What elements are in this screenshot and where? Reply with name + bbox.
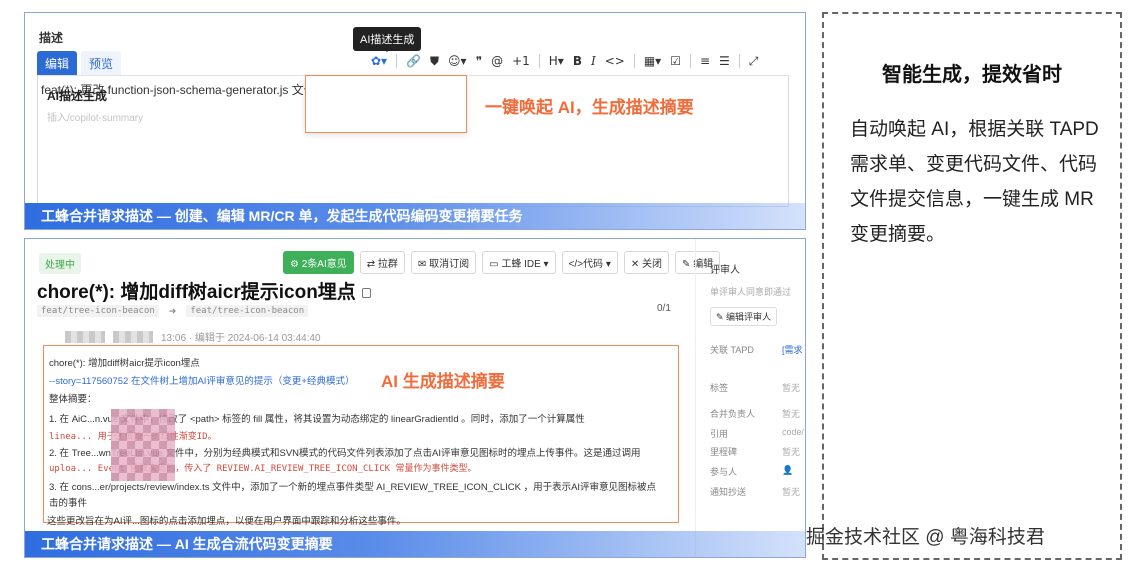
sidebar-row-value[interactable]: 暂无 (782, 485, 800, 498)
target-branch[interactable]: feat/tree-icon-beacon (186, 305, 309, 317)
toolbar-divider (538, 54, 540, 68)
mr-detail-panel: 处理中 ⚙ 2条AI意见 ⇄ 拉群 ✉ 取消订阅 ▭ 工蜂 IDE ▾ </>代… (24, 238, 806, 558)
sidebar-row-label: 引用 (710, 429, 729, 439)
code-button[interactable]: </>代码 ▾ (561, 251, 618, 274)
ai-generate-icon[interactable]: ✿▾ (371, 53, 387, 69)
sidebar-row-value[interactable]: 暂无 (782, 445, 800, 458)
mr-title-text: chore(*): 增加diff树aicr提示icon埋点 (37, 282, 356, 303)
mention-icon[interactable]: @ (491, 53, 503, 69)
ide-button[interactable]: ▭ 工蜂 IDE ▾ (482, 251, 556, 274)
plus-one-icon[interactable]: +1 (512, 53, 530, 69)
blurred-avatar (65, 330, 105, 343)
editor-toolbar: ✿▾ 🔗 ⛊ ☺▾ ❞ @ +1 H▾ B I <> ▦▾ ☑ ≡ ☰ ⤢ (371, 53, 758, 69)
emoji-icon[interactable]: ☺▾ (448, 53, 467, 69)
sidebar-row-value[interactable]: 暂无 (782, 381, 800, 394)
feature-title: 智能生成，提效省时 (882, 64, 1062, 86)
summary-line: 击的事件 (49, 498, 88, 509)
quote-icon[interactable]: ❞ (476, 53, 482, 69)
edit-time: 13:06 · 编辑于 2024-06-14 03:44:40 (161, 333, 321, 344)
sidebar-row-label: 通知抄送 (710, 487, 747, 497)
summary-line: 这些更改旨在为AI评...图标的点击添加埋点，以便在用户界面中跟踪和分析这些事件… (47, 516, 406, 527)
toolbar-divider (396, 54, 398, 68)
sidebar-row-value: 👤 (782, 465, 794, 475)
blurred-name (113, 330, 153, 343)
status-badge: 处理中 (39, 253, 81, 274)
author-meta: 13:06 · 编辑于 2024-06-14 03:44:40 (65, 329, 321, 344)
sidebar-row-value[interactable]: code/ (782, 427, 804, 437)
code-icon[interactable]: <> (605, 53, 625, 69)
source-branch[interactable]: feat/tree-icon-beacon (37, 305, 159, 317)
page-title: chore(*): 增加diff树aicr提示icon埋点 (37, 277, 371, 304)
summary-line[interactable]: --story=117560752 在文件树上增加AI评审意见的提示（变更+经典… (49, 373, 354, 387)
unsubscribe-button[interactable]: ✉ 取消订阅 (410, 251, 477, 274)
privacy-mosaic (111, 409, 175, 481)
close-button[interactable]: ✕ 关闭 (623, 251, 670, 274)
caption-banner-top: 工蜂合并请求描述 — 创建、编辑 MR/CR 单，发起生成代码编码变更摘要任务 (25, 203, 805, 229)
tooltip-arrow (382, 47, 392, 52)
branch-info: feat/tree-icon-beacon ➜ feat/tree-icon-b… (37, 305, 309, 317)
mr-description-editor-panel: 描述 编辑 预览 AI描述生成 ✿▾ 🔗 ⛊ ☺▾ ❞ @ +1 H▾ B I … (24, 12, 806, 230)
reviewer-label: 评审人 (710, 265, 740, 276)
review-count: 0/1 (657, 303, 671, 314)
summary-line: chore(*): 增加diff树aicr提示icon埋点 (49, 358, 200, 369)
feature-description-panel: 智能生成，提效省时 自动唤起 AI，根据关联 TAPD需求单、变更代码文件、代码… (822, 12, 1122, 560)
description-label: 描述 (39, 31, 64, 45)
italic-icon[interactable]: I (591, 53, 596, 69)
ordered-list-icon[interactable]: ☰ (719, 53, 730, 69)
callout-bottom: AI 生成描述摘要 (381, 372, 505, 391)
checkbox-icon[interactable]: ☑ (670, 53, 681, 69)
summary-line: 整体摘要： (49, 394, 97, 405)
tab-preview[interactable]: 预览 (81, 51, 122, 76)
mr-sidebar: 评审人 单评审人同意即通过 ✎ 编辑评审人 关联 TAPD [需求 标签 暂无 … (695, 239, 805, 557)
toolbar-divider (633, 54, 635, 68)
sidebar-row-label: 合并负责人 (710, 409, 756, 419)
summary-line: 3. 在 cons...er/projects/review/index.ts … (49, 482, 657, 493)
tab-edit[interactable]: 编辑 (37, 51, 78, 76)
callout-top: 一键唤起 AI，生成描述摘要 (485, 98, 694, 117)
ai-dropdown-hint: 插入/copilot-summary (47, 113, 144, 124)
editor-tabs: 编辑 预览 (37, 51, 122, 76)
heading-icon[interactable]: H▾ (549, 53, 564, 69)
sidebar-row-label: 参与人 (710, 467, 738, 477)
copy-icon[interactable] (361, 287, 371, 298)
ai-dropdown-menu (305, 75, 467, 133)
caption-banner-bottom: 工蜂合并请求描述 — AI 生成合流代码变更摘要 (25, 531, 805, 557)
toolbar-divider (738, 54, 740, 68)
single-approve-checkbox[interactable]: 单评审人同意即通过 (710, 285, 791, 298)
toolbar-divider (689, 54, 691, 68)
ai-opinions-button[interactable]: ⚙ 2条AI意见 (283, 251, 354, 274)
sidebar-row-value[interactable]: [需求 (782, 343, 803, 356)
sidebar-row-label: 标签 (710, 383, 729, 393)
mr-action-bar: ⚙ 2条AI意见 ⇄ 拉群 ✉ 取消订阅 ▭ 工蜂 IDE ▾ </>代码 ▾ … (283, 251, 721, 274)
sidebar-row-value[interactable]: 暂无 (782, 407, 800, 420)
table-icon[interactable]: ▦▾ (644, 53, 661, 69)
sidebar-row-label: 关联 TAPD (710, 345, 754, 355)
arrow-right-icon: ➜ (168, 305, 177, 316)
bullet-list-icon[interactable]: ≡ (700, 53, 710, 69)
fullscreen-icon[interactable]: ⤢ (749, 53, 759, 69)
bold-icon[interactable]: B (573, 53, 582, 69)
feature-body: 自动唤起 AI，根据关联 TAPD需求单、变更代码文件、代码文件提交信息，一键生… (850, 119, 1099, 245)
sidebar-row-label: 里程碑 (710, 447, 738, 457)
edit-reviewer-button[interactable]: ✎ 编辑评审人 (710, 307, 778, 326)
watermark: 掘金技术社区 @ 粤海科技君 (806, 527, 1045, 548)
group-chat-button[interactable]: ⇄ 拉群 (359, 251, 405, 274)
link-icon[interactable]: 🔗 (406, 53, 421, 69)
ai-dropdown-item[interactable]: AI描述生成 (47, 87, 107, 104)
shield-icon[interactable]: ⛊ (430, 53, 439, 69)
